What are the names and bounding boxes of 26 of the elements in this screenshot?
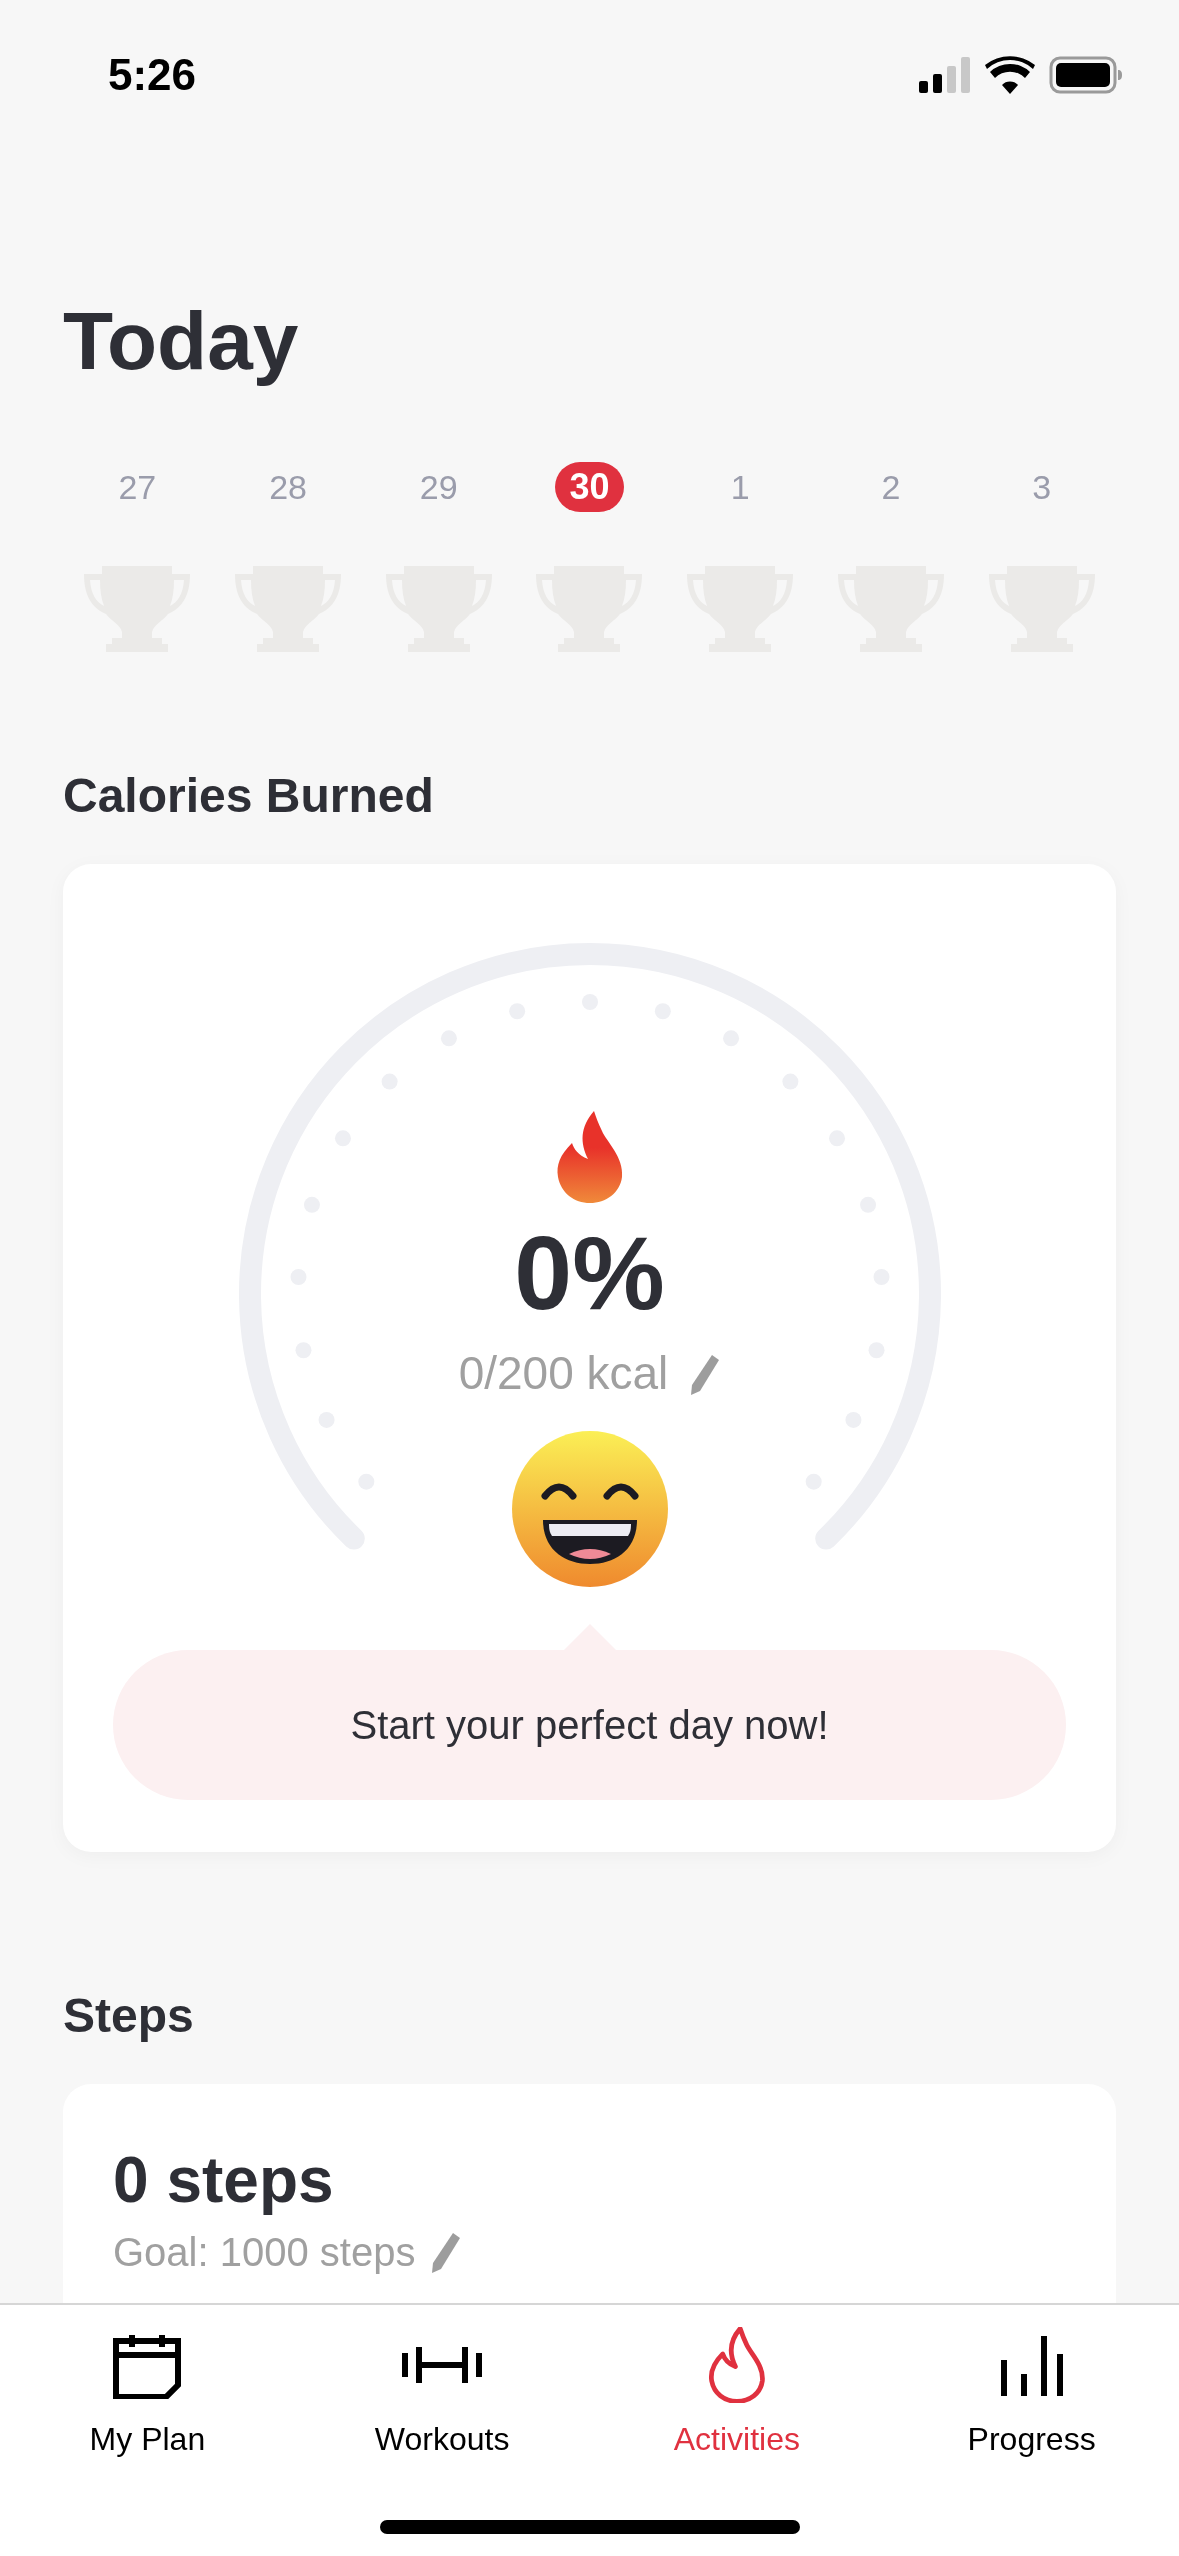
steps-goal: Goal: 1000 steps: [113, 2229, 416, 2276]
day-label[interactable]: 3: [1032, 462, 1052, 512]
section-title: Steps: [63, 1992, 195, 2040]
day-label[interactable]: 27: [118, 462, 157, 512]
battery-icon: [1049, 56, 1123, 94]
tab-item[interactable]: Workouts: [294, 2325, 590, 2463]
day-label[interactable]: 1: [730, 462, 750, 512]
grinning-face-icon: [510, 1430, 669, 1588]
pencil-icon: [690, 1352, 721, 1395]
day-label[interactable]: 30: [555, 462, 624, 512]
tab-item[interactable]: My Plan: [0, 2325, 295, 2463]
signal-icon: [919, 57, 971, 93]
day-label[interactable]: 28: [269, 462, 307, 512]
wifi-icon: [985, 56, 1035, 94]
section-title: Calories Burned: [63, 772, 435, 820]
pencil-icon: [431, 2231, 462, 2273]
calories-reading: 0/200 kcal: [458, 1346, 669, 1401]
tab-item[interactable]: Activities: [589, 2325, 885, 2463]
bar-chart-icon: [999, 2334, 1064, 2396]
calories-percent: 0%: [514, 1221, 665, 1325]
day-label[interactable]: 29: [419, 462, 458, 512]
day-label[interactable]: 2: [881, 462, 901, 512]
tab-item[interactable]: Progress: [884, 2325, 1179, 2463]
message-text: Start your perfect day now!: [350, 1702, 829, 1749]
dumbbell-icon: [402, 2345, 483, 2385]
status-time: 5:26: [108, 49, 197, 101]
